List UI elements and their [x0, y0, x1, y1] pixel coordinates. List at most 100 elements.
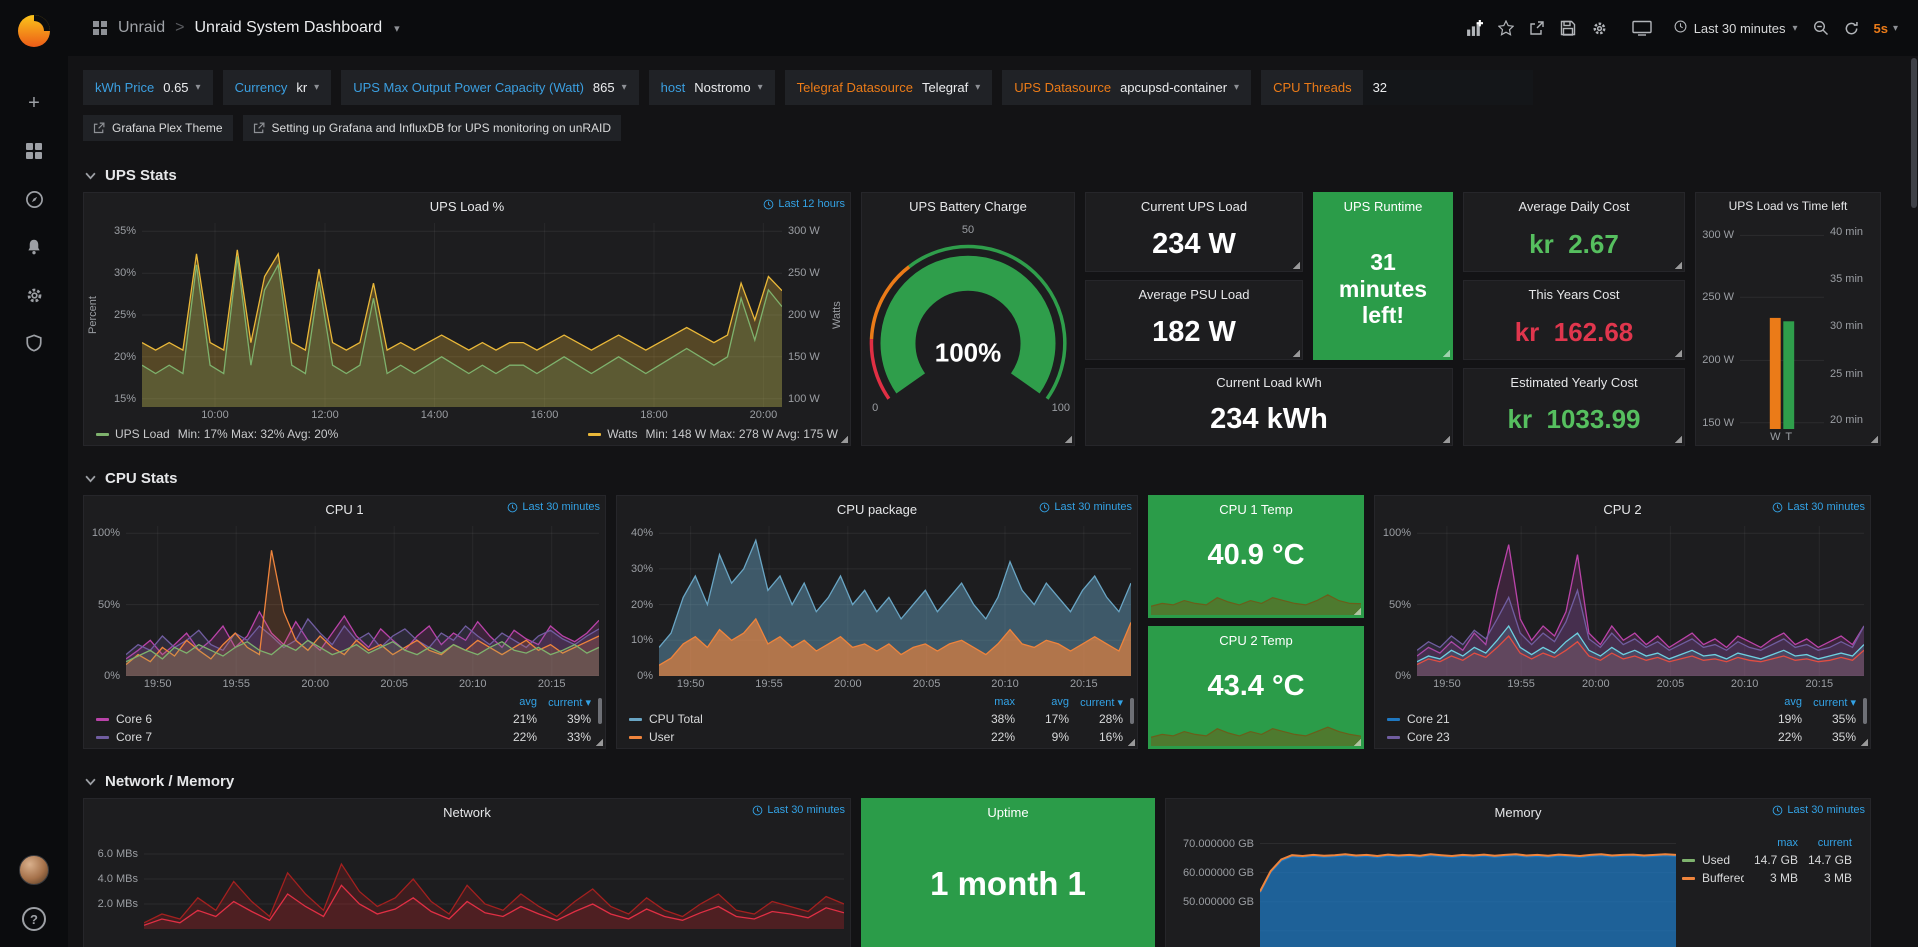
alerting-bell-icon[interactable]	[23, 236, 45, 258]
legend-col-avg[interactable]: avg	[1015, 696, 1069, 708]
variable-ups-datasource[interactable]: UPS Datasource apcupsd-container▾	[1002, 70, 1251, 105]
scrollbar-thumb[interactable]	[1911, 58, 1917, 208]
memory-time-series-chart[interactable]	[1260, 829, 1676, 947]
dashboards-icon[interactable]	[23, 140, 45, 162]
legend-row[interactable]: Core 722%33%	[96, 728, 591, 746]
panel-title[interactable]: Current UPS Load	[1141, 199, 1247, 214]
network-time-series-chart[interactable]	[144, 829, 844, 929]
tv-cycle-icon[interactable]	[1632, 20, 1652, 36]
section-cpu-stats[interactable]: CPU Stats	[85, 470, 1903, 487]
settings-gear-icon[interactable]	[1591, 20, 1608, 37]
legend-row[interactable]: Core 2119%35%	[1387, 710, 1856, 728]
legend-col-max[interactable]: max	[1744, 837, 1798, 849]
ups-load-time-series-chart[interactable]	[142, 223, 782, 407]
link-grafana-influxdb-guide[interactable]: Setting up Grafana and InfluxDB for UPS …	[243, 115, 622, 141]
legend-item[interactable]: UPS LoadMin: 17% Max: 32% Avg: 20%	[96, 427, 338, 441]
variable-kwh-price[interactable]: kWh Price 0.65▾	[83, 70, 213, 105]
create-plus-icon[interactable]: +	[23, 92, 45, 114]
panel-title[interactable]: This Years Cost	[1528, 287, 1619, 302]
panel-title[interactable]: UPS Load %	[430, 199, 504, 214]
variable-telegraf-datasource[interactable]: Telegraf Datasource Telegraf▾	[785, 70, 993, 105]
panel-title[interactable]: Current Load kWh	[1216, 375, 1322, 390]
legend-col-current[interactable]: current ▾	[537, 696, 591, 709]
axis-tick-label: 19:50	[144, 678, 172, 690]
panel-title[interactable]: Network	[443, 805, 491, 820]
refresh-icon[interactable]	[1844, 21, 1859, 36]
breadcrumb-folder[interactable]: Unraid	[118, 19, 165, 37]
legend-col-avg[interactable]: avg	[1748, 696, 1802, 708]
variable-ups-max-output[interactable]: UPS Max Output Power Capacity (Watt) 865…	[341, 70, 638, 105]
panel-title[interactable]: Memory	[1495, 805, 1542, 820]
link-grafana-plex-theme[interactable]: Grafana Plex Theme	[83, 115, 233, 141]
breadcrumb-dashboard-title[interactable]: Unraid System Dashboard	[194, 19, 382, 37]
legend-col-avg[interactable]: avg	[483, 696, 537, 708]
panel-title[interactable]: Average PSU Load	[1138, 287, 1249, 302]
user-avatar[interactable]	[19, 855, 49, 885]
add-panel-icon[interactable]	[1466, 20, 1483, 37]
panel-title[interactable]: UPS Runtime	[1344, 199, 1423, 214]
legend-item[interactable]: WattsMin: 148 W Max: 278 W Avg: 175 W	[588, 427, 838, 441]
explore-compass-icon[interactable]	[23, 188, 45, 210]
cpu2-time-series-chart[interactable]	[1417, 526, 1864, 676]
legend-col-current[interactable]: current ▾	[1069, 696, 1123, 709]
panel-title[interactable]: Uptime	[987, 805, 1028, 820]
variable-currency[interactable]: Currency kr▾	[223, 70, 332, 105]
legend-row[interactable]: Core 2322%35%	[1387, 728, 1856, 746]
help-icon[interactable]: ?	[22, 907, 46, 931]
cpu-threads-input[interactable]: 32	[1363, 70, 1533, 105]
cpu-package-time-series-chart[interactable]	[659, 526, 1131, 676]
grafana-logo[interactable]	[14, 10, 54, 50]
variable-host[interactable]: host Nostromo▾	[649, 70, 775, 105]
panel-title[interactable]: CPU 1 Temp	[1219, 502, 1292, 517]
axis-tick-label: 100%	[1383, 527, 1411, 539]
legend-row[interactable]: User22%9%16%	[629, 728, 1123, 746]
clock-icon	[752, 805, 763, 816]
server-admin-shield-icon[interactable]	[23, 332, 45, 354]
legend-col-max[interactable]: max	[961, 696, 1015, 708]
refresh-interval-dropdown[interactable]: 5s ▾	[1874, 21, 1899, 36]
share-icon[interactable]	[1529, 20, 1545, 36]
panel-title[interactable]: CPU package	[837, 502, 917, 517]
zoom-out-icon[interactable]	[1813, 20, 1829, 36]
time-range-picker[interactable]: Last 30 minutes ▾	[1674, 20, 1798, 36]
dashboard-canvas: UPS Stats UPS Load % Last 12 hours Perc	[68, 141, 1918, 947]
legend-row[interactable]: Used14.7 GB14.7 GB	[1682, 851, 1852, 869]
stat-value: kr 1033.99	[1464, 395, 1684, 445]
legend-row[interactable]: Buffered3 MB3 MB	[1682, 869, 1852, 887]
panel-title[interactable]: CPU 2 Temp	[1219, 633, 1292, 648]
load-vs-time-bar-chart[interactable]	[1740, 223, 1824, 429]
caret-down-icon: ▾	[1893, 23, 1898, 34]
panel-title[interactable]: Estimated Yearly Cost	[1510, 375, 1637, 390]
panel-header: UPS Battery Charge	[862, 193, 1074, 219]
legend-row[interactable]: Core 621%39%	[96, 710, 591, 728]
legend-swatch	[1682, 859, 1695, 862]
legend-scrollbar[interactable]	[1863, 698, 1867, 724]
dashboard-dropdown-caret[interactable]: ▾	[394, 22, 400, 35]
configuration-gear-icon[interactable]	[23, 284, 45, 306]
cpu1-time-series-chart[interactable]	[126, 526, 599, 676]
variable-label: kWh Price	[95, 80, 154, 95]
battery-gauge[interactable]: 050100100%	[862, 219, 1074, 445]
section-ups-stats[interactable]: UPS Stats	[85, 167, 1903, 184]
panel-title[interactable]: UPS Load vs Time left	[1729, 199, 1848, 213]
section-network-memory[interactable]: Network / Memory	[85, 773, 1903, 790]
panel-title[interactable]: UPS Battery Charge	[909, 199, 1027, 214]
save-icon[interactable]	[1560, 20, 1576, 36]
legend-scrollbar[interactable]	[1130, 698, 1134, 724]
caret-down-icon: ▾	[975, 82, 980, 93]
legend-col-current[interactable]: current	[1798, 837, 1852, 849]
breadcrumb: Unraid > Unraid System Dashboard ▾	[92, 19, 400, 37]
legend-row[interactable]: CPU Total38%17%28%	[629, 710, 1123, 728]
axis-tick-label: 200 W	[1702, 354, 1734, 366]
y-axis-label-right: Watts	[830, 223, 844, 407]
page-scrollbar[interactable]	[1910, 0, 1918, 947]
star-icon[interactable]	[1498, 20, 1514, 36]
svg-text:0: 0	[872, 402, 878, 414]
panel-title[interactable]: Average Daily Cost	[1518, 199, 1629, 214]
legend-scrollbar[interactable]	[598, 698, 602, 724]
panel-title[interactable]: CPU 1	[325, 502, 363, 517]
panel-title[interactable]: CPU 2	[1603, 502, 1641, 517]
legend-col-current[interactable]: current ▾	[1802, 696, 1856, 709]
axis-tick-label: 20:15	[1070, 678, 1098, 690]
panel-ups-runtime: UPS Runtime 31 minutes left!	[1313, 192, 1453, 360]
